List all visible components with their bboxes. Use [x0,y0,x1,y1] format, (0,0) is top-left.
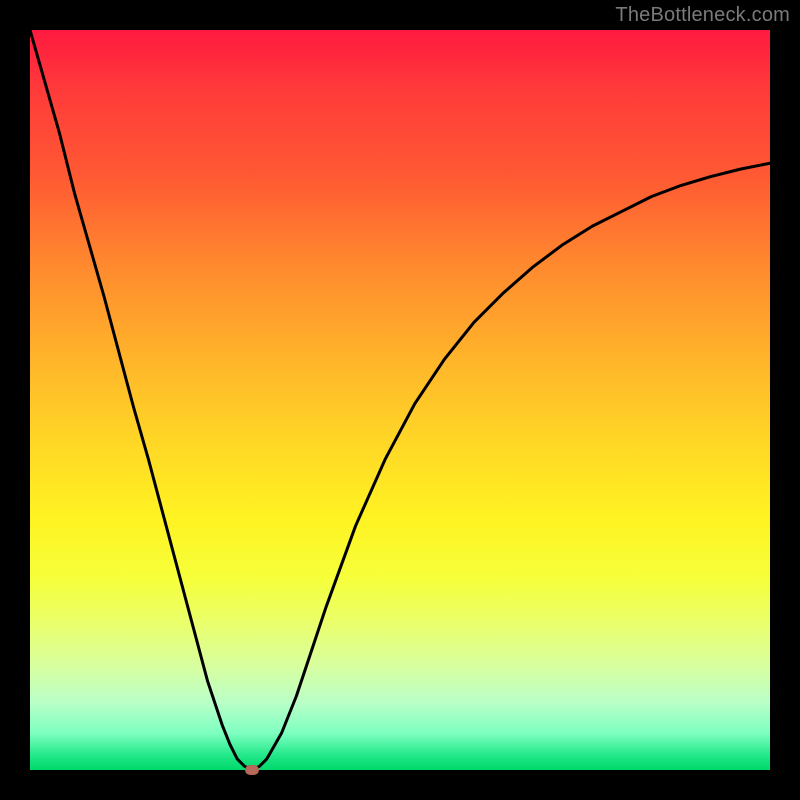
watermark-text: TheBottleneck.com [615,4,790,27]
chart-frame: TheBottleneck.com [0,0,800,800]
optimum-marker [245,765,259,775]
bottleneck-curve [30,30,770,770]
plot-area [30,30,770,770]
